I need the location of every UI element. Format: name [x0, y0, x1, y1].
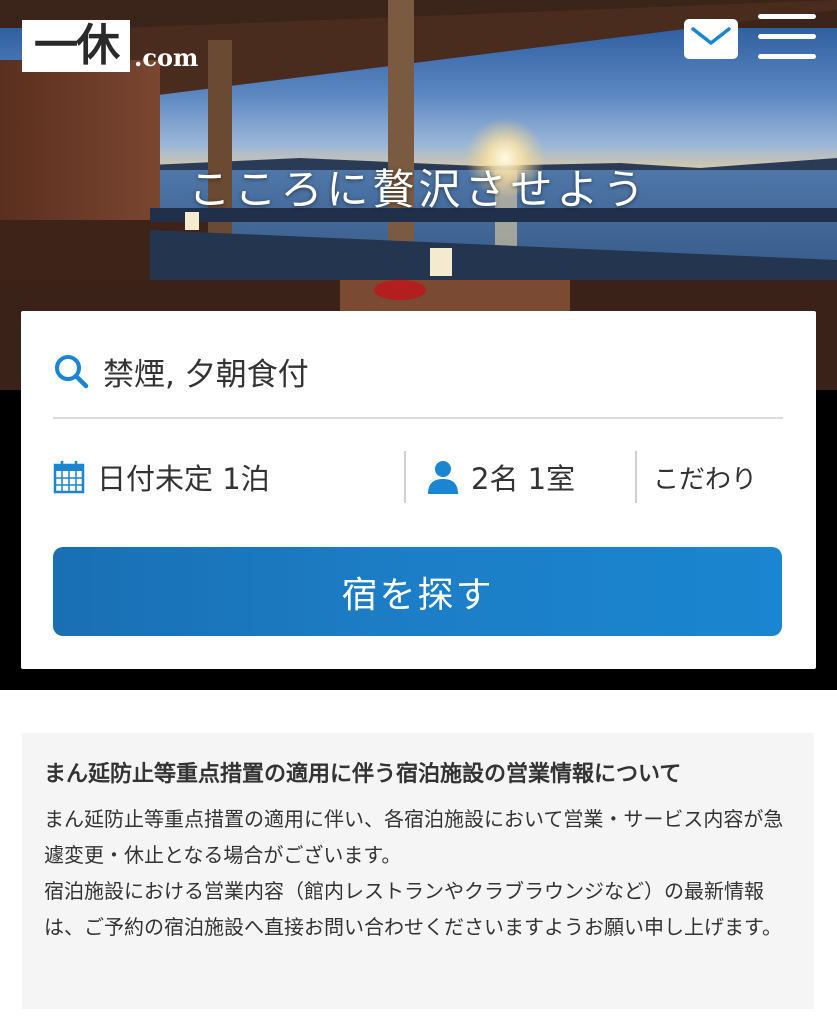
menu-bar-middle — [758, 34, 816, 39]
calendar-icon — [53, 461, 85, 494]
search-card: 禁煙, 夕朝食付 日付未定 1泊 2名 1室 こだわり 宿を探す — [21, 311, 816, 669]
guest-value: 2名 1室 — [471, 462, 576, 496]
notice-paragraph-1: まん延防止等重点措置の適用に伴い、各宿泊施設において営業・サービス内容が急遽変更… — [44, 807, 784, 867]
preferences-label: こだわり — [653, 464, 758, 495]
options-separator-1 — [404, 451, 406, 503]
hero-section: 一休 .com こころに贅沢させよう 禁煙, 夕朝食付 日付未定 1泊 2名 1… — [0, 0, 837, 690]
menu-bar-bottom — [758, 54, 816, 59]
mail-button[interactable] — [684, 19, 738, 59]
notice-body: まん延防止等重点措置の適用に伴い、各宿泊施設において営業・サービス内容が急遽変更… — [44, 801, 792, 945]
options-separator-2 — [635, 451, 637, 503]
search-divider — [53, 417, 783, 419]
hero-tagline: こころに贅沢させよう — [188, 165, 649, 214]
notice-paragraph-2: 宿泊施設における営業内容（館内レストランやクラブラウンジなど）の最新情報は、ご予… — [44, 879, 782, 939]
search-options-row: 日付未定 1泊 2名 1室 こだわり — [53, 451, 783, 503]
guest-selector[interactable]: 2名 1室 — [427, 451, 627, 503]
logo-suffix: .com — [134, 43, 199, 72]
search-hotels-button[interactable]: 宿を探す — [53, 547, 782, 636]
mail-icon — [691, 27, 731, 45]
notice-box: まん延防止等重点措置の適用に伴う宿泊施設の営業情報について まん延防止等重点措置… — [22, 733, 814, 1009]
date-selector[interactable]: 日付未定 1泊 — [53, 451, 403, 503]
keyword-field[interactable]: 禁煙, 夕朝食付 — [53, 341, 783, 401]
logo-mark: 一休 — [22, 20, 130, 72]
person-icon — [428, 461, 458, 494]
search-icon — [55, 355, 89, 389]
site-logo[interactable]: 一休 .com — [22, 20, 198, 72]
hamburger-menu-button[interactable] — [758, 14, 816, 60]
date-value: 日付未定 1泊 — [97, 462, 270, 496]
preferences-button[interactable]: こだわり — [653, 451, 783, 503]
notice-title: まん延防止等重点措置の適用に伴う宿泊施設の営業情報について — [44, 762, 682, 787]
menu-bar-top — [758, 14, 816, 19]
keyword-value: 禁煙, 夕朝食付 — [103, 356, 309, 393]
